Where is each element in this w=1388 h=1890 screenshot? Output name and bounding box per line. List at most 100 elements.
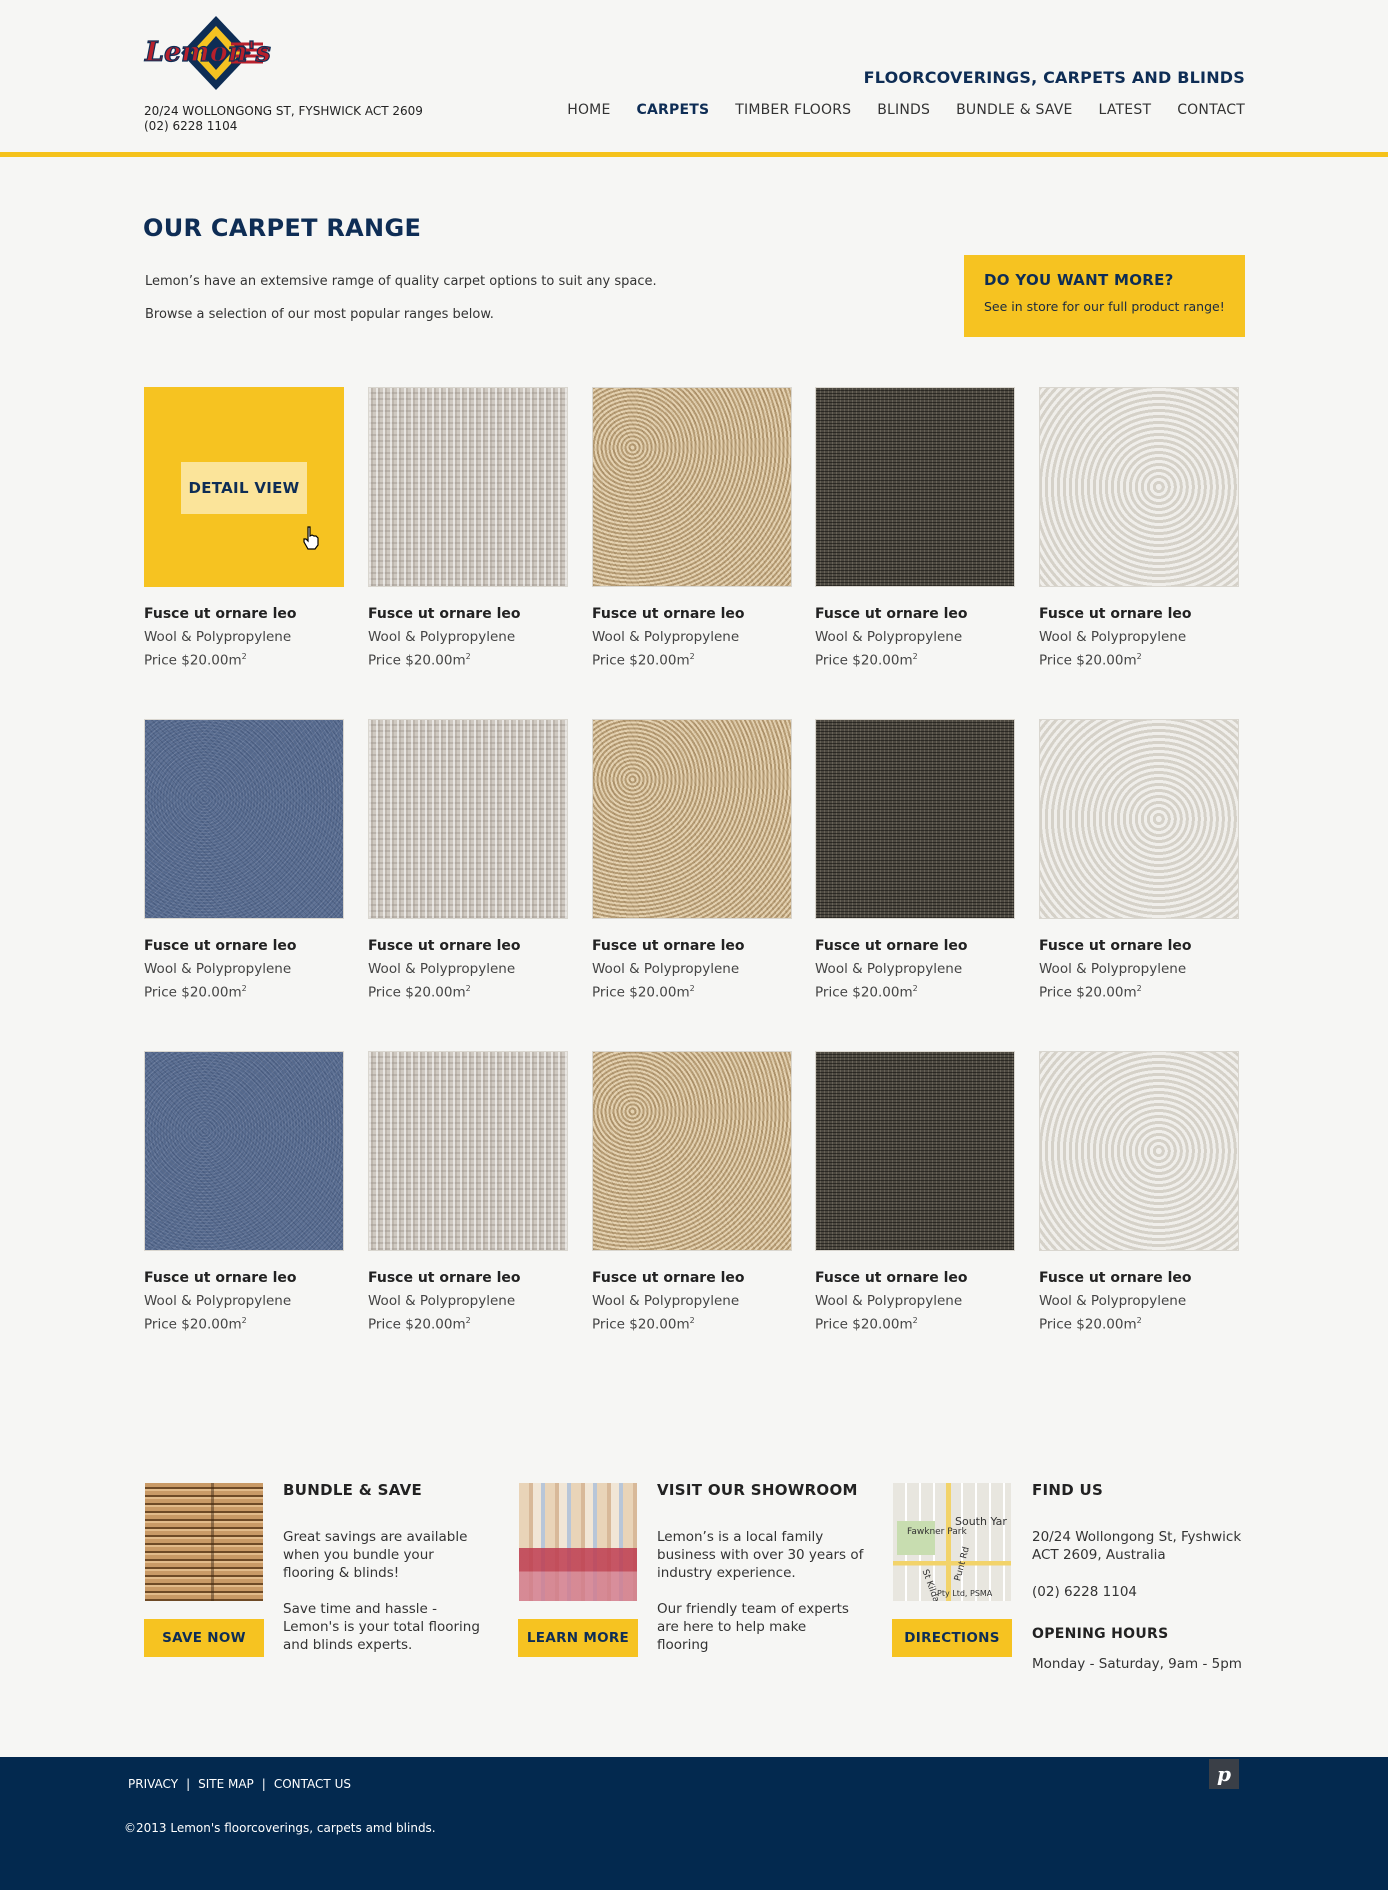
map-label: Fawkner Park — [907, 1527, 967, 1537]
carpet-swatch-image[interactable] — [815, 719, 1015, 919]
product-material: Wool & Polypropylene — [1039, 961, 1187, 977]
carpet-swatch-image[interactable] — [1039, 387, 1239, 587]
product-material: Wool & Polypropylene — [592, 629, 740, 645]
nav-home[interactable]: HOME — [567, 102, 610, 118]
promo-text: See in store for our full product range! — [984, 299, 1225, 314]
product-card[interactable]: Fusce ut ornare leo Wool & Polypropylene P… — [592, 1051, 792, 1333]
product-card[interactable]: Fusce ut ornare leo Wool & Polypropylene P… — [815, 387, 1015, 669]
product-name[interactable]: Fusce ut ornare leo — [144, 606, 344, 622]
carpet-swatch-image[interactable] — [368, 387, 568, 587]
price-unit-superscript: 2 — [241, 1316, 247, 1325]
samples-image — [519, 1483, 637, 1601]
nav-carpets[interactable]: CARPETS — [637, 102, 710, 118]
product-price: Price $20.00m2 — [592, 984, 792, 1001]
nav-latest[interactable]: LATEST — [1099, 102, 1152, 118]
product-name[interactable]: Fusce ut ornare leo — [368, 938, 568, 954]
header-tagline: FLOORCOVERINGS, CARPETS AND BLINDS — [863, 68, 1245, 87]
product-name[interactable]: Fusce ut ornare leo — [368, 1270, 568, 1286]
carpet-swatch-image[interactable] — [144, 719, 344, 919]
product-card[interactable]: DETAIL VIEW Fusce ut ornare leo Wool & Pol… — [144, 387, 344, 669]
directions-button[interactable]: DIRECTIONS — [892, 1619, 1012, 1657]
carpet-swatch-image[interactable] — [1039, 719, 1239, 919]
footer-separator: | — [261, 1777, 266, 1791]
carpet-swatch-image[interactable]: DETAIL VIEW — [144, 387, 344, 587]
product-price: Price $20.00m2 — [144, 984, 344, 1001]
logo[interactable]: Lemon's — [143, 14, 289, 92]
price-unit-superscript: 2 — [465, 652, 471, 661]
product-card[interactable]: Fusce ut ornare leo Wool & Polypropylene P… — [368, 1051, 568, 1333]
product-card[interactable]: Fusce ut ornare leo Wool & Polypropylene P… — [1039, 1051, 1239, 1333]
product-price: Price $20.00m2 — [144, 652, 344, 669]
footer: PRIVACY | SITE MAP | CONTACT US ©2013 Le… — [0, 1757, 1388, 1890]
main-nav: HOME CARPETS TIMBER FLOORS BLINDS BUNDLE & S… — [541, 102, 1245, 118]
product-name[interactable]: Fusce ut ornare leo — [592, 606, 792, 622]
product-name[interactable]: Fusce ut ornare leo — [144, 938, 344, 954]
product-price: Price $20.00m2 — [368, 652, 568, 669]
product-material: Wool & Polypropylene — [592, 961, 740, 977]
product-name[interactable]: Fusce ut ornare leo — [592, 1270, 792, 1286]
product-card[interactable]: Fusce ut ornare leo Wool & Polypropylene P… — [368, 387, 568, 669]
product-price: Price $20.00m2 — [144, 1316, 344, 1333]
carpet-swatch-image[interactable] — [368, 1051, 568, 1251]
product-name[interactable]: Fusce ut ornare leo — [592, 938, 792, 954]
product-card[interactable]: Fusce ut ornare leo Wool & Polypropylene P… — [815, 1051, 1015, 1333]
product-card[interactable]: Fusce ut ornare leo Wool & Polypropylene P… — [592, 387, 792, 669]
product-material: Wool & Polypropylene — [815, 1293, 963, 1309]
footer-link-site-map[interactable]: SITE MAP — [198, 1777, 254, 1791]
product-name[interactable]: Fusce ut ornare leo — [1039, 1270, 1239, 1286]
product-card[interactable]: Fusce ut ornare leo Wool & Polypropylene P… — [1039, 719, 1239, 1001]
price-value: Price $20.00m — [592, 652, 690, 669]
product-price: Price $20.00m2 — [815, 652, 1015, 669]
price-value: Price $20.00m — [592, 984, 690, 1001]
product-card[interactable]: Fusce ut ornare leo Wool & Polypropylene P… — [144, 1051, 344, 1333]
price-unit-superscript: 2 — [912, 1316, 918, 1325]
nav-blinds[interactable]: BLINDS — [877, 102, 930, 118]
price-unit-superscript: 2 — [465, 984, 471, 993]
find-us-phone: (02) 6228 1104 — [1032, 1584, 1138, 1600]
save-now-button[interactable]: SAVE NOW — [144, 1619, 264, 1657]
product-price: Price $20.00m2 — [815, 984, 1015, 1001]
find-us-title: FIND US — [1032, 1481, 1104, 1499]
price-unit-superscript: 2 — [689, 1316, 695, 1325]
product-name[interactable]: Fusce ut ornare leo — [815, 938, 1015, 954]
product-name[interactable]: Fusce ut ornare leo — [1039, 938, 1239, 954]
carpet-swatch-image[interactable] — [1039, 1051, 1239, 1251]
product-card[interactable]: Fusce ut ornare leo Wool & Polypropylene P… — [815, 719, 1015, 1001]
product-material: Wool & Polypropylene — [592, 1293, 740, 1309]
product-material: Wool & Polypropylene — [144, 1293, 292, 1309]
detail-view-button[interactable]: DETAIL VIEW — [181, 462, 307, 514]
product-price: Price $20.00m2 — [815, 1316, 1015, 1333]
product-card[interactable]: Fusce ut ornare leo Wool & Polypropylene P… — [144, 719, 344, 1001]
product-name[interactable]: Fusce ut ornare leo — [815, 606, 1015, 622]
carpet-swatch-image[interactable] — [368, 719, 568, 919]
carpet-swatch-image[interactable] — [592, 387, 792, 587]
footer-link-contact-us[interactable]: CONTACT US — [274, 1777, 351, 1791]
p-badge-icon[interactable]: p — [1209, 1759, 1239, 1789]
nav-timber-floors[interactable]: TIMBER FLOORS — [735, 102, 851, 118]
product-material: Wool & Polypropylene — [1039, 629, 1187, 645]
carpet-swatch-image[interactable] — [592, 719, 792, 919]
carpet-swatch-image[interactable] — [815, 387, 1015, 587]
carpet-swatch-image[interactable] — [815, 1051, 1015, 1251]
price-value: Price $20.00m — [1039, 652, 1137, 669]
location-map[interactable]: South Yar Fawkner Park St Kilda Punt Rd … — [893, 1483, 1011, 1601]
nav-contact[interactable]: CONTACT — [1177, 102, 1245, 118]
learn-more-button[interactable]: LEARN MORE — [518, 1619, 638, 1657]
product-card[interactable]: Fusce ut ornare leo Wool & Polypropylene P… — [1039, 387, 1239, 669]
nav-bundle-save[interactable]: BUNDLE & SAVE — [956, 102, 1072, 118]
intro-text-browse: Browse a selection of our most popular r… — [145, 307, 494, 322]
product-name[interactable]: Fusce ut ornare leo — [368, 606, 568, 622]
product-name[interactable]: Fusce ut ornare leo — [1039, 606, 1239, 622]
product-price: Price $20.00m2 — [592, 1316, 792, 1333]
promo-title: DO YOU WANT MORE? — [984, 271, 1174, 289]
carpet-swatch-image[interactable] — [144, 1051, 344, 1251]
footer-link-privacy[interactable]: PRIVACY — [128, 1777, 178, 1791]
price-unit-superscript: 2 — [1136, 1316, 1142, 1325]
product-name[interactable]: Fusce ut ornare leo — [144, 1270, 344, 1286]
product-name[interactable]: Fusce ut ornare leo — [815, 1270, 1015, 1286]
intro-text: Lemon’s have an extemsive ramge of quali… — [145, 274, 657, 289]
product-card[interactable]: Fusce ut ornare leo Wool & Polypropylene P… — [368, 719, 568, 1001]
carpet-swatch-image[interactable] — [592, 1051, 792, 1251]
product-card[interactable]: Fusce ut ornare leo Wool & Polypropylene P… — [592, 719, 792, 1001]
blinds-image — [145, 1483, 263, 1601]
